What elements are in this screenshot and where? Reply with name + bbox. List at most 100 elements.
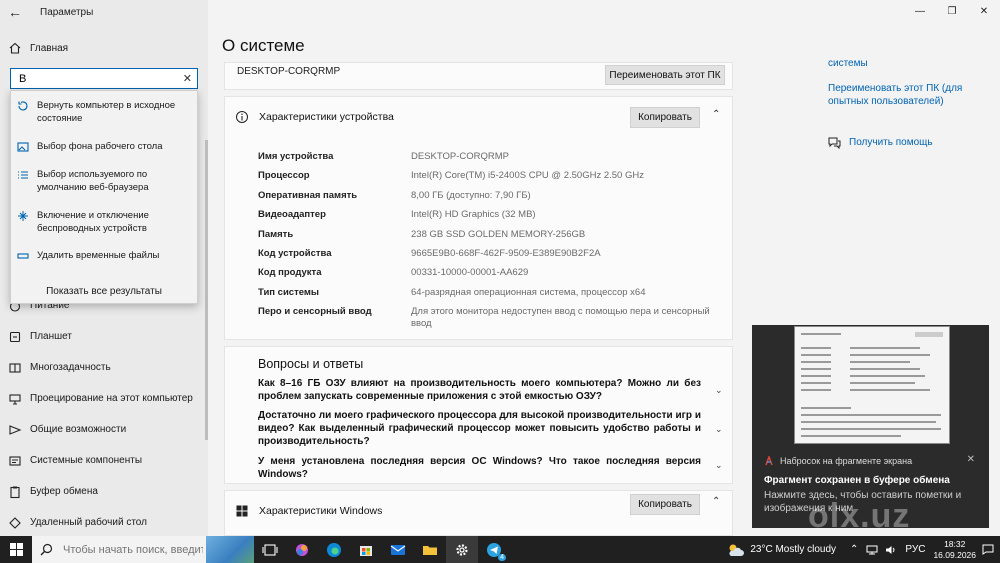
search-result-item[interactable]: Выбор используемого по умолчанию веб-бра… [11,168,197,209]
notification-app: Набросок на фрагменте экрана [764,456,912,466]
title-bar: ← Параметры [0,0,208,24]
system-components-icon [0,454,30,468]
telegram-badge: 4 [498,554,506,561]
copy-windows-specs-button[interactable]: Копировать [630,494,700,515]
language-indicator[interactable]: РУС [905,544,925,555]
cloudy-weather-icon [729,544,745,556]
maximize-button[interactable]: ❐ [936,0,968,22]
close-button[interactable]: ✕ [968,0,1000,22]
spec-key: Память [258,228,294,240]
spec-value: 64-разрядная операционная система, проце… [411,286,646,298]
search-result-item[interactable]: Удалить временные файлы [11,249,197,277]
taskbar-app-settings[interactable] [446,536,478,563]
volume-icon[interactable] [885,545,897,555]
taskbar-app-explorer[interactable] [414,536,446,563]
windows-specs-header[interactable]: Характеристики Windows [235,504,382,518]
search-result-item[interactable]: Вернуть компьютер в исходное состояние [11,99,197,140]
tablet-icon [0,330,30,344]
rename-pc-button[interactable]: Переименовать этот ПК [605,65,725,85]
page-title: О системе [222,36,305,55]
qa-question[interactable]: У меня установлена последняя версия ОС W… [258,455,701,481]
task-view-icon [262,543,278,556]
weather-widget[interactable]: 23°C Mostly cloudy [727,543,836,557]
chevron-up-icon[interactable]: ⌃ [712,496,720,507]
settings-search-input[interactable] [19,72,179,85]
clipboard-icon [0,485,30,499]
qa-card: Вопросы и ответы Как 8–16 ГБ ОЗУ влияют … [224,346,733,484]
gear-icon [456,543,468,556]
search-result-label: Выбор фона рабочего стола [37,141,163,152]
search-result-item[interactable]: Выбор фона рабочего стола [11,140,197,168]
network-icon[interactable] [866,545,878,555]
sidebar-nav: Питание Планшет Многозадачность Проециро… [0,290,208,538]
sidebar-item-label: Планшет [30,331,72,342]
notifications-icon[interactable] [982,544,994,555]
section-title: Характеристики устройства [259,111,394,123]
back-button[interactable]: ← [0,0,30,24]
taskbar-app-telegram[interactable]: 4 [478,536,510,563]
spec-value: Для этого монитора недоступен ввод с пом… [411,306,710,330]
taskbar-app-mail[interactable] [382,536,414,563]
search-result-item[interactable]: Включение и отключение беспроводных устр… [11,209,197,249]
edge-icon [327,542,341,557]
taskbar-search-input[interactable] [63,543,203,556]
search-result-label: Включение и отключение беспроводных устр… [37,210,149,234]
spec-key: Оперативная память [258,189,358,201]
spec-row: Имя устройства DESKTOP-CORQRMP [258,151,718,170]
window-controls: — ❐ ✕ [904,0,1000,22]
taskbar-app-photos[interactable] [286,536,318,563]
spec-row: Тип системы 64-разрядная операционная сис… [258,287,718,306]
task-view-button[interactable] [254,536,286,563]
copy-device-specs-button[interactable]: Копировать [630,107,700,128]
qa-question[interactable]: Как 8–16 ГБ ОЗУ влияют на производительн… [258,377,701,403]
folder-icon [423,545,437,555]
wireless-icon [17,210,35,225]
sidebar-item-tablet[interactable]: Планшет [0,321,208,352]
device-specs-header[interactable]: Характеристики устройства [235,110,394,124]
chevron-down-icon[interactable]: ⌄ [715,460,723,471]
shared-experiences-icon [0,423,30,437]
qa-question[interactable]: Достаточно ли моего графического процесс… [258,409,701,448]
chevron-up-icon[interactable]: ⌃ [712,109,720,120]
sidebar-item-clipboard[interactable]: Буфер обмена [0,476,208,507]
start-button[interactable] [0,536,32,563]
sidebar-item-system-components[interactable]: Системные компоненты [0,445,208,476]
sidebar-item-shared-experiences[interactable]: Общие возможности [0,414,208,445]
spec-row: Код продукта 00331-10000-00001-AA629 [258,267,718,286]
spec-key: Код устройства [258,247,332,259]
show-all-results-link[interactable]: Показать все результаты [11,286,197,297]
chevron-down-icon[interactable]: ⌄ [715,385,723,396]
spec-key: Код продукта [258,267,322,279]
remote-desktop-icon [0,516,30,530]
settings-search-box: ✕ [10,68,198,89]
app-title: Параметры [40,6,94,18]
sidebar-item-home[interactable]: Главная [0,38,208,58]
minimize-button[interactable]: — [904,0,936,22]
clear-search-icon[interactable]: ✕ [183,72,192,85]
clock[interactable]: 18:32 16.09.2026 [933,539,976,561]
sidebar-item-multitasking[interactable]: Многозадачность [0,352,208,383]
get-help-link[interactable]: Получить помощь [828,136,933,149]
sidebar-item-label: Системные компоненты [30,455,143,466]
taskbar-app-edge[interactable] [318,536,350,563]
notification-close-icon[interactable]: ✕ [967,454,975,465]
chevron-down-icon[interactable]: ⌄ [715,424,723,435]
rename-pc-advanced-link[interactable]: Переименовать этот ПК (для опытных польз… [828,82,968,108]
sidebar-item-label: Буфер обмена [30,486,98,497]
store-icon [360,545,372,556]
tray-overflow-icon[interactable]: ⌃ [850,544,858,555]
home-icon [0,41,30,55]
specs-list: Имя устройства DESKTOP-CORQRMP Процессор I… [258,151,718,332]
sidebar-item-projecting[interactable]: Проецирование на этот компьютер [0,383,208,414]
spec-key: Процессор [258,170,310,182]
reset-icon [17,100,35,115]
sidebar-item-label: Многозадачность [30,362,111,373]
taskbar-search[interactable] [32,536,254,563]
snip-sketch-icon [765,456,773,466]
sidebar-item-remote-desktop[interactable]: Удаленный рабочий стол [0,507,208,538]
taskbar-app-store[interactable] [350,536,382,563]
snip-thumbnail [794,326,950,444]
related-link-system[interactable]: системы [828,57,868,70]
spec-row: Перо и сенсорный ввод Для этого монитора … [258,306,718,332]
windows-logo-icon [236,505,248,517]
